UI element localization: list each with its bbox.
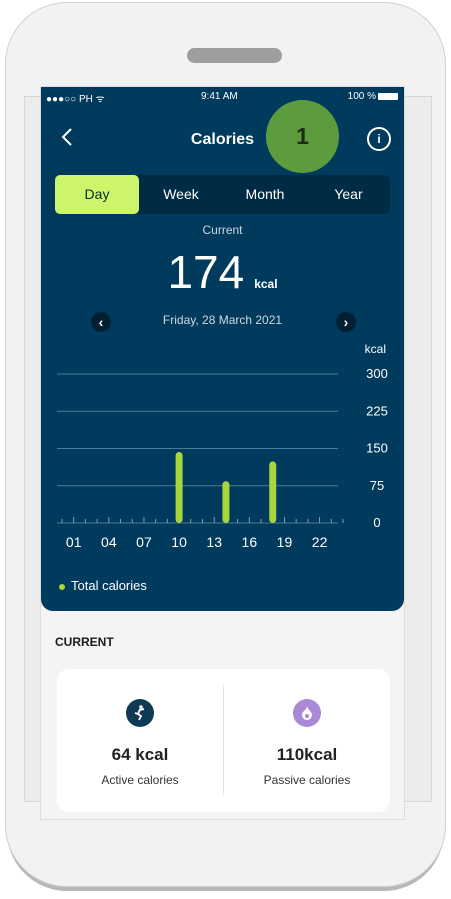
info-icon[interactable]: i: [367, 127, 391, 151]
x-tick-label: 22: [312, 534, 328, 550]
x-tick-label: 07: [136, 534, 152, 550]
signal-indicator: ●●●○○ PH ᯤ: [46, 94, 105, 105]
active-calories-label: Active calories: [101, 773, 179, 787]
passive-calories-label: Passive calories: [263, 773, 351, 787]
passive-calories-value: 110kcal: [276, 745, 338, 764]
x-tick-label: 10: [171, 534, 187, 550]
calorie-unit: kcal: [254, 277, 278, 291]
x-tick-label: 13: [206, 534, 222, 550]
tab-day[interactable]: Day: [55, 175, 139, 214]
active-calories-value: 64 kcal: [111, 745, 169, 764]
chart-bar: [175, 451, 183, 523]
battery-icon: [378, 92, 398, 100]
y-tick-label: 150: [366, 441, 388, 456]
tab-year[interactable]: Year: [307, 175, 390, 214]
calorie-breakdown-card: 64 kcal Active calories 110kcal Passive …: [57, 669, 390, 812]
status-time: 9:41 AM: [201, 91, 238, 102]
legend-label: Total calories: [71, 578, 147, 593]
tab-week[interactable]: Week: [139, 175, 223, 214]
legend-dot: [59, 583, 65, 590]
tab-month[interactable]: Month: [223, 175, 307, 214]
next-day-button[interactable]: ›: [336, 312, 356, 332]
speaker-grille: [187, 48, 282, 63]
x-tick-label: 16: [242, 534, 258, 550]
y-tick-label: 300: [366, 366, 388, 381]
x-tick-label: 01: [66, 534, 82, 550]
calories-chart: kcal 300 225 150 75 0 01 04 07 10 13 16 19 22: [57, 342, 388, 550]
x-tick-label: 04: [101, 534, 117, 550]
app-screen: ●●●○○ PH ᯤ 9:41 AM 100 % Calories 1 i Da…: [40, 86, 405, 820]
page-title: Calories: [190, 131, 255, 148]
section-title: CURRENT: [55, 635, 114, 649]
calories-header-panel: ●●●○○ PH ᯤ 9:41 AM 100 % Calories 1 i Da…: [41, 87, 404, 611]
step-marker: 1: [266, 100, 339, 173]
status-bar: ●●●○○ PH ᯤ 9:41 AM 100 %: [41, 91, 404, 105]
flame-icon: [293, 699, 321, 727]
battery-indicator: 100 %: [348, 91, 398, 102]
active-person-icon: [126, 699, 154, 727]
current-value: 174 kcal: [41, 245, 404, 299]
y-tick-label: 225: [366, 403, 388, 418]
chart-bar: [222, 481, 230, 523]
x-tick-label: 19: [277, 534, 293, 550]
y-axis-unit: kcal: [365, 342, 386, 356]
current-label: Current: [202, 223, 243, 237]
calorie-value: 174: [167, 246, 245, 298]
y-tick-label: 0: [373, 515, 380, 530]
chart-bar: [269, 461, 277, 523]
chart-legend: Total calories: [59, 578, 147, 593]
period-tabs: Day Week Month Year: [55, 175, 390, 214]
y-tick-label: 75: [370, 478, 384, 493]
